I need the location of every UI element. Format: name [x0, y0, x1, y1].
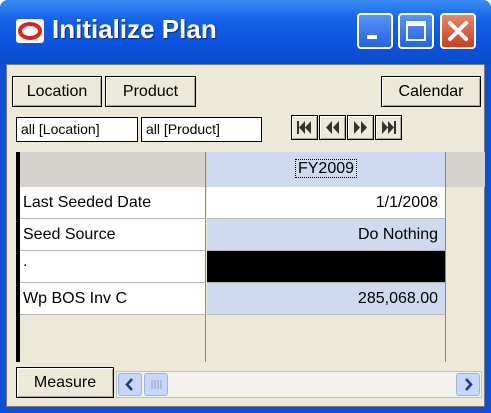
- measure-grid: FY2009 Last Seeded Date 1/1/2008 Seed So…: [16, 152, 485, 362]
- previous-page-button[interactable]: [319, 115, 346, 140]
- grid-header-row: FY2009: [20, 152, 485, 187]
- scroll-right-button[interactable]: [456, 373, 480, 396]
- window-title: Initialize Plan: [52, 14, 217, 44]
- row-label-last-seeded-date[interactable]: Last Seeded Date: [20, 187, 206, 219]
- column-header-fy2009[interactable]: FY2009: [207, 152, 446, 187]
- minimize-icon: [367, 35, 377, 39]
- cell-last-seeded-date[interactable]: 1/1/2008: [207, 187, 446, 219]
- last-icon: [382, 121, 396, 134]
- chevron-left-icon: [125, 378, 133, 391]
- horizontal-scrollbar[interactable]: [116, 371, 482, 398]
- header-filler: [447, 152, 485, 187]
- maximize-button[interactable]: [398, 13, 434, 49]
- product-button[interactable]: Product: [105, 76, 196, 107]
- maximize-icon: [406, 21, 426, 41]
- oracle-logo-icon: [16, 19, 44, 43]
- last-page-button[interactable]: [375, 115, 402, 140]
- grip-icon: [151, 380, 162, 389]
- scroll-left-button[interactable]: [118, 373, 142, 396]
- row-label-dot[interactable]: .: [20, 251, 206, 283]
- window-client-area: Location Product Calendar all [Location]…: [6, 64, 485, 407]
- product-filter-tag[interactable]: all [Product]: [141, 117, 262, 142]
- row-label-seed-source[interactable]: Seed Source: [20, 219, 206, 251]
- title-bar[interactable]: Initialize Plan: [0, 0, 491, 64]
- close-button[interactable]: [440, 13, 476, 49]
- scroll-thumb[interactable]: [144, 373, 168, 396]
- location-filter-tag[interactable]: all [Location]: [16, 117, 138, 142]
- cell-wp-bos-inv-c[interactable]: 285,068.00: [207, 283, 446, 315]
- previous-icon: [326, 121, 339, 134]
- grid-corner-cell: [20, 152, 206, 187]
- empty-row-area: [20, 315, 206, 362]
- initialize-plan-window: Initialize Plan Location Product Calenda…: [0, 0, 491, 413]
- row-label-wp-bos-inv-c[interactable]: Wp BOS Inv C: [20, 283, 206, 315]
- close-icon: [448, 21, 468, 41]
- minimize-button[interactable]: [357, 13, 393, 49]
- cell-dot-row[interactable]: [207, 251, 446, 283]
- location-button[interactable]: Location: [12, 76, 102, 107]
- empty-cell-area: [207, 315, 446, 362]
- chevron-right-icon: [465, 378, 473, 391]
- calendar-button[interactable]: Calendar: [381, 76, 481, 107]
- measure-button[interactable]: Measure: [16, 367, 114, 398]
- first-icon: [297, 121, 311, 134]
- first-page-button[interactable]: [291, 115, 318, 140]
- next-page-button[interactable]: [347, 115, 374, 140]
- column-header-label: FY2009: [294, 159, 358, 178]
- cell-seed-source[interactable]: Do Nothing: [207, 219, 446, 251]
- next-icon: [354, 121, 367, 134]
